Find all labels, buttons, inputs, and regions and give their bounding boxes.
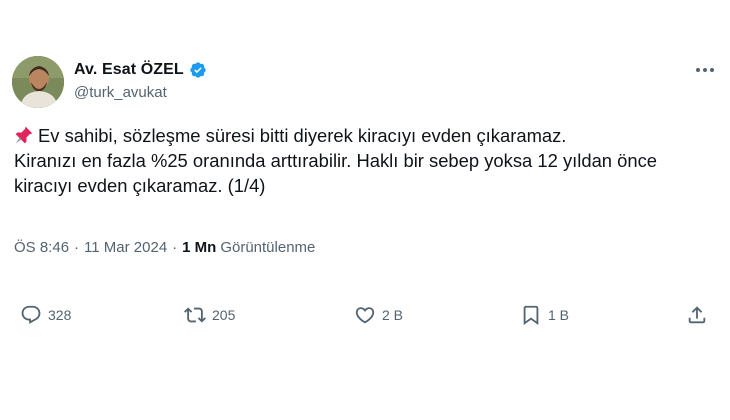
retweet-icon <box>184 307 206 323</box>
views-label: Görüntülenme <box>220 239 316 256</box>
meta-separator-2: · <box>172 239 178 256</box>
retweet-button[interactable]: 205 <box>184 300 235 330</box>
pushpin-icon <box>15 126 33 144</box>
tweet-body: Ev sahibi, sözleşme süresi bitti diyerek… <box>14 125 658 196</box>
views-count: 1 Mn <box>182 239 217 256</box>
tweet-time[interactable]: ÖS 8:46 <box>14 239 69 256</box>
action-bar: 328 205 2 B 1 B <box>0 300 730 330</box>
more-dots-icon <box>696 68 714 72</box>
retweet-count: 205 <box>212 307 236 323</box>
more-options-button[interactable] <box>694 60 716 80</box>
tweet-text: Ev sahibi, sözleşme süresi bitti diyerek… <box>14 123 714 198</box>
author-handle[interactable]: @turk_avukat <box>74 84 167 101</box>
author-name-row[interactable]: Av. Esat ÖZEL <box>74 60 207 80</box>
tweet-card: Av. Esat ÖZEL @turk_avukat Ev sahibi, sö… <box>0 0 730 420</box>
profile-avatar[interactable] <box>12 56 64 108</box>
bookmark-count: 1 B <box>548 307 570 323</box>
bookmark-icon <box>523 305 539 326</box>
like-count: 2 B <box>382 307 404 323</box>
share-icon <box>688 306 706 324</box>
bookmark-button[interactable]: 1 B <box>520 300 569 330</box>
reply-button[interactable]: 328 <box>20 300 71 330</box>
tweet-meta: ÖS 8:46 · 11 Mar 2024 · 1 Mn Görüntülenm… <box>14 239 315 256</box>
heart-icon <box>355 307 375 324</box>
avatar-image <box>12 56 64 108</box>
like-button[interactable]: 2 B <box>354 300 403 330</box>
tweet-date[interactable]: 11 Mar 2024 <box>84 239 167 256</box>
meta-separator: · <box>74 239 80 256</box>
reply-icon <box>21 305 41 324</box>
author-display-name[interactable]: Av. Esat ÖZEL <box>74 61 184 79</box>
share-button[interactable] <box>686 300 708 330</box>
reply-count: 328 <box>48 307 72 323</box>
verified-badge-icon <box>190 62 206 78</box>
